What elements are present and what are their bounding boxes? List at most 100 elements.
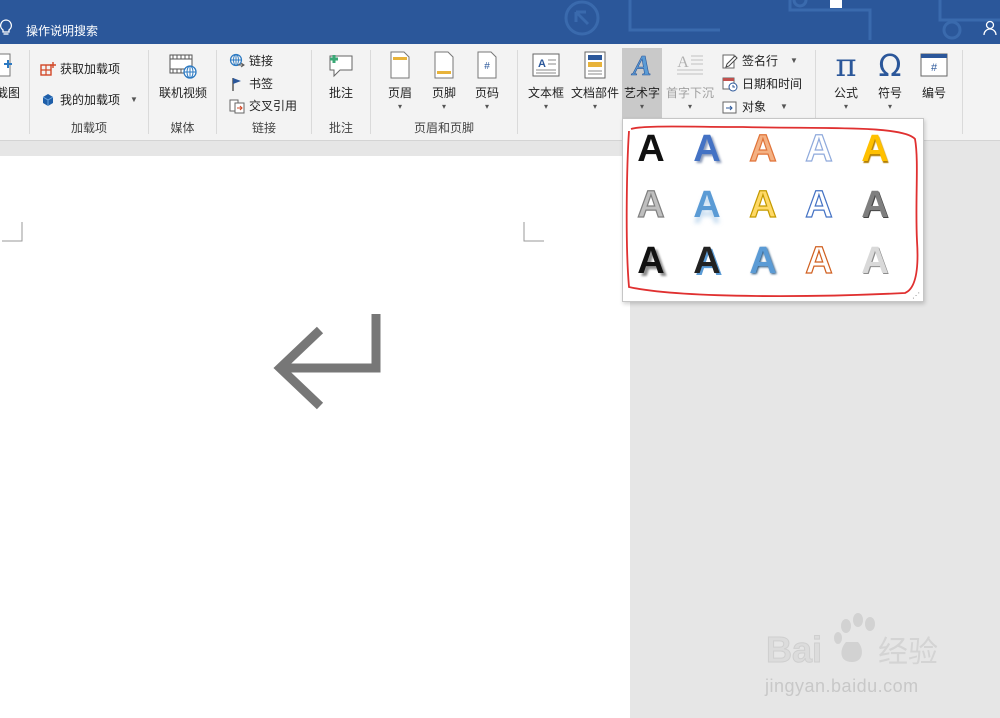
title-bar: 操作说明搜索 — [0, 0, 1000, 44]
chevron-down-icon[interactable]: ▾ — [526, 103, 566, 111]
group-separator — [962, 50, 963, 134]
new-comment-icon — [329, 55, 353, 78]
object-label: 对象 — [742, 100, 767, 114]
crop-mark-right — [523, 222, 544, 242]
chevron-down-icon[interactable]: ▾ — [570, 103, 620, 111]
chevron-down-icon[interactable]: ▾ — [622, 103, 662, 111]
svg-text:A: A — [631, 51, 652, 80]
date-time-label: 日期和时间 — [742, 77, 803, 91]
header-footer-group-label: 页眉和页脚 — [413, 121, 474, 135]
lightbulb-icon[interactable] — [0, 19, 14, 37]
online-video-label: 联机视频 — [158, 86, 207, 100]
page-number-button[interactable]: # 页码 ▾ — [470, 50, 504, 111]
chevron-down-icon[interactable]: ▾ — [427, 103, 461, 111]
svg-text:π: π — [835, 50, 856, 80]
media-group: 联机视频 媒体 — [149, 44, 216, 140]
chevron-down-icon[interactable]: ▾ — [872, 103, 908, 111]
chevron-down-icon[interactable]: ▼ — [130, 95, 138, 104]
equation-label: 公式 — [833, 86, 858, 100]
chevron-down-icon[interactable]: ▼ — [790, 56, 798, 65]
my-addins-button[interactable]: 我的加载项 ▼ — [40, 91, 138, 108]
svg-text:#: # — [931, 62, 938, 74]
wordart-button[interactable]: A 艺术字 ▾ — [622, 50, 662, 111]
share-user-icon[interactable] — [982, 19, 998, 37]
get-addins-button[interactable]: 获取加载项 — [40, 60, 120, 77]
title-bar-decoration — [564, 0, 1000, 40]
svg-text:Ω: Ω — [879, 50, 902, 80]
wordart-icon: A — [630, 51, 652, 80]
omega-icon: Ω — [879, 50, 902, 80]
symbol-label: 符号 — [877, 86, 902, 100]
quick-parts-label: 文档部件 — [570, 86, 619, 100]
header-button[interactable]: 页眉 ▾ — [383, 50, 417, 111]
links-group-label: 链接 — [251, 121, 276, 135]
online-video-button[interactable]: 联机视频 — [158, 50, 208, 101]
header-footer-group: 页眉 ▾ 页脚 ▾ # 页码 ▾ 页眉和页脚 — [371, 44, 517, 140]
svg-text:A: A — [677, 54, 689, 71]
baidu-jingyan-watermark: Bai 经验 — [766, 613, 938, 671]
bookmark-button[interactable]: 书签 — [229, 75, 273, 92]
footer-button[interactable]: 页脚 ▾ — [427, 50, 461, 111]
signature-line-icon — [722, 54, 738, 68]
svg-text:经验: 经验 — [878, 635, 938, 670]
resize-grip-icon[interactable]: ⋰ — [912, 292, 920, 300]
header-label: 页眉 — [387, 86, 412, 100]
pi-icon: π — [835, 50, 856, 80]
number-label: 编号 — [921, 86, 946, 100]
symbol-button[interactable]: Ω 符号 ▾ — [872, 50, 908, 111]
quick-parts-icon — [584, 51, 606, 79]
document-page[interactable] — [0, 156, 630, 718]
my-addins-label: 我的加载项 — [60, 93, 121, 107]
equation-button[interactable]: π 公式 ▾ — [828, 50, 864, 111]
paragraph-mark — [273, 314, 381, 410]
page-number-icon: # — [477, 51, 497, 79]
screenshot-label: 截图 — [0, 86, 20, 100]
svg-text:#: # — [484, 61, 490, 72]
page-number-label: 页码 — [474, 86, 499, 100]
link-button[interactable]: 链接 — [229, 52, 273, 69]
header-icon — [390, 51, 410, 79]
signature-line-label: 签名行 — [742, 54, 779, 68]
svg-text:A: A — [538, 58, 546, 70]
chevron-down-icon[interactable]: ▾ — [383, 103, 417, 111]
media-group-label: 媒体 — [170, 121, 195, 135]
red-highlight-annotation — [625, 125, 919, 297]
drop-cap-button[interactable]: A 首字下沉 ▾ — [664, 50, 716, 111]
signature-line-button[interactable]: 签名行 ▼ — [722, 52, 798, 69]
chevron-down-icon[interactable]: ▼ — [780, 102, 788, 111]
online-video-icon — [169, 54, 197, 79]
addins-group-label: 加载项 — [70, 121, 107, 135]
drop-cap-label: 首字下沉 — [665, 86, 714, 100]
comment-label: 批注 — [328, 86, 353, 100]
text-box-label: 文本框 — [527, 86, 564, 100]
get-addins-label: 获取加载项 — [60, 62, 121, 76]
screenshot-button[interactable]: 截图 — [0, 50, 20, 101]
quick-parts-button[interactable]: 文档部件 ▾ — [570, 50, 620, 111]
text-box-button[interactable]: A 文本框 ▾ — [526, 50, 566, 111]
chevron-down-icon[interactable]: ▾ — [664, 103, 716, 111]
bookmark-flag-icon — [232, 77, 241, 91]
watermark-url: jingyan.baidu.com — [765, 676, 919, 696]
link-label: 链接 — [249, 54, 274, 68]
comment-button[interactable]: 批注 — [325, 50, 357, 101]
number-button[interactable]: # 编号 — [916, 50, 952, 101]
chevron-down-icon[interactable]: ▾ — [470, 103, 504, 111]
chevron-down-icon[interactable]: ▾ — [828, 103, 864, 111]
cross-reference-button[interactable]: 交叉引用 — [229, 97, 297, 114]
date-time-button[interactable]: 日期和时间 — [722, 75, 802, 92]
wordart-label: 艺术字 — [623, 86, 660, 100]
object-button[interactable]: 对象 ▼ — [722, 98, 788, 115]
footer-label: 页脚 — [431, 86, 456, 100]
cross-reference-icon — [229, 99, 245, 113]
addins-group: 获取加载项 我的加载项 ▼ 加载项 — [30, 44, 148, 140]
bookmark-label: 书签 — [249, 77, 274, 91]
cross-reference-label: 交叉引用 — [249, 99, 298, 113]
text-box-icon: A — [532, 53, 560, 77]
store-icon — [40, 61, 56, 76]
tell-me-search[interactable]: 操作说明搜索 — [26, 22, 98, 39]
crop-mark-left — [2, 222, 23, 242]
comments-group: 批注 批注 — [312, 44, 370, 140]
addins-icon — [42, 93, 54, 106]
svg-text:Bai: Bai — [766, 629, 822, 670]
object-icon — [722, 101, 737, 113]
